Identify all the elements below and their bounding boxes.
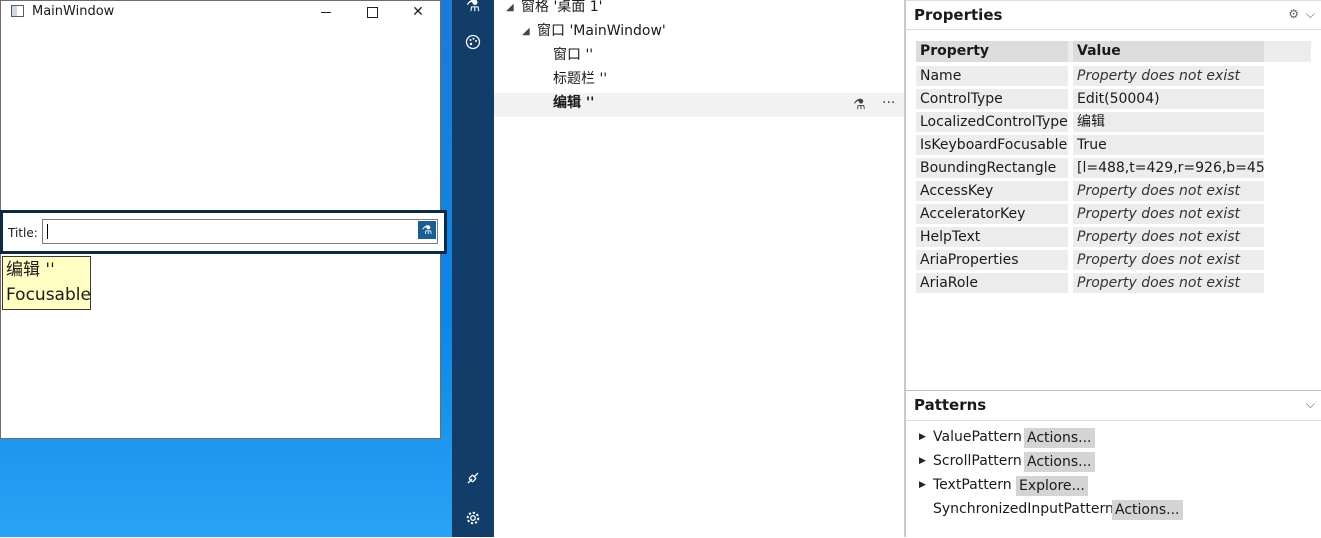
property-value: True [1073,135,1264,155]
expand-triangle-icon[interactable]: ◢ [506,0,514,18]
chevron-down-icon[interactable]: ⌵ [1306,397,1315,412]
synchronized-input-actions-button[interactable]: Actions... [1112,500,1183,520]
link-icon[interactable] [452,470,494,490]
pattern-name: ScrollPattern [933,453,1022,469]
title-label: Title: [8,226,38,240]
patterns-title: Patterns [914,396,987,414]
activity-bar: ⚗ [452,0,494,537]
properties-table-header: Property Value [916,41,1311,62]
patterns-header: Patterns ⌵ [906,391,1321,421]
title-input[interactable]: ⚗ [42,219,438,244]
tree-item-mainwindow[interactable]: ◢ 窗口 'MainWindow' [494,21,904,45]
property-name: IsKeyboardFocusable [916,135,1068,155]
pattern-item-scroll: ▶ ScrollPattern Actions... [906,452,1321,474]
tree-item-window[interactable]: 窗口 '' [494,45,904,69]
expand-triangle-icon[interactable]: ▶ [919,480,926,490]
tooltip-type: 编辑 '' [6,260,55,280]
property-name: AcceleratorKey [916,204,1068,224]
maximize-icon [366,6,378,18]
properties-header: Properties ⚙ ⌵ [906,0,1321,30]
text-caret [47,224,48,239]
property-name: AccessKey [916,181,1068,201]
gear-icon[interactable]: ⚙ [1288,7,1299,21]
element-tooltip: 编辑 '' Focusable [2,256,91,310]
app-window-icon [11,5,24,17]
table-row[interactable]: AccessKey Property does not exist [916,181,1311,201]
pattern-name: ValuePattern [933,429,1022,445]
close-icon: ✕ [412,4,424,20]
tree-item-label: 窗格 '桌面 1' [521,0,603,15]
property-value: Edit(50004) [1073,89,1264,109]
property-name: LocalizedControlType [916,112,1068,132]
palette-icon[interactable] [452,34,494,54]
expand-triangle-icon[interactable]: ▶ [919,456,926,466]
maximize-button[interactable] [349,1,395,23]
property-value: Property does not exist [1073,66,1264,86]
table-row[interactable]: BoundingRectangle [l=488,t=429,r=926,b=4… [916,158,1311,178]
expand-triangle-icon[interactable]: ◢ [522,22,530,42]
tree-item-titlebar[interactable]: 标题栏 '' [494,69,904,93]
pattern-name: SynchronizedInputPattern [933,501,1114,517]
gear-icon[interactable] [452,510,494,530]
property-name: Name [916,66,1068,86]
tree-item-edit[interactable]: 编辑 '' ⚗ ··· [494,93,904,117]
table-row[interactable]: IsKeyboardFocusable True [916,135,1311,155]
close-button[interactable]: ✕ [395,1,441,23]
table-row[interactable]: HelpText Property does not exist [916,227,1311,247]
properties-title: Properties [914,6,1003,24]
property-name: AriaRole [916,273,1068,293]
property-name: HelpText [916,227,1068,247]
app-window-title: MainWindow [32,4,115,19]
flask-icon[interactable]: ⚗ [418,221,436,239]
element-tree: ◢ 窗格 '桌面 1' ◢ 窗口 'MainWindow' 窗口 '' 标题栏 … [494,0,904,537]
property-value: Property does not exist [1073,273,1264,293]
minimize-icon [321,11,331,13]
flask-icon[interactable]: ⚗ [452,0,494,15]
pattern-name: TextPattern [933,477,1012,493]
tree-item-label: 窗口 'MainWindow' [537,23,666,39]
minimize-button[interactable] [303,1,349,23]
tree-item-desktop[interactable]: ◢ 窗格 '桌面 1' [494,0,904,21]
scroll-pattern-actions-button[interactable]: Actions... [1024,452,1095,472]
tree-item-label: 编辑 '' [553,95,595,111]
property-value: Property does not exist [1073,181,1264,201]
more-options-button[interactable]: ··· [882,93,895,113]
table-row[interactable]: Name Property does not exist [916,66,1311,86]
pattern-item-text: ▶ TextPattern Explore... [906,476,1321,498]
property-value: Property does not exist [1073,250,1264,270]
property-name: ControlType [916,89,1068,109]
properties-panel: Properties ⚙ ⌵ Property Value Name Prope… [906,0,1321,390]
tree-item-label: 标题栏 '' [553,71,608,87]
column-header-property[interactable]: Property [916,41,1068,62]
table-row[interactable]: AriaProperties Property does not exist [916,250,1311,270]
patterns-panel: Patterns ⌵ ▶ ValuePattern Actions... ▶ S… [906,390,1321,538]
expand-triangle-icon[interactable]: ▶ [919,432,926,442]
property-value: Property does not exist [1073,227,1264,247]
table-row[interactable]: AriaRole Property does not exist [916,273,1311,293]
text-pattern-explore-button[interactable]: Explore... [1016,476,1088,496]
property-value: 编辑 [1073,112,1264,132]
flask-icon[interactable]: ⚗ [853,95,866,115]
table-row[interactable]: AcceleratorKey Property does not exist [916,204,1311,224]
property-name: BoundingRectangle [916,158,1068,178]
property-value: Property does not exist [1073,204,1264,224]
tree-item-label: 窗口 '' [553,47,594,63]
chevron-down-icon[interactable]: ⌵ [1306,7,1315,22]
table-row[interactable]: ControlType Edit(50004) [916,89,1311,109]
pattern-item-synchronized-input: SynchronizedInputPattern Actions... [906,500,1321,522]
property-name: AriaProperties [916,250,1068,270]
column-header-value[interactable]: Value [1073,41,1264,62]
tooltip-focusable: Focusable [6,285,91,305]
focused-edit-highlight: Title: ⚗ [0,210,447,254]
pattern-item-value: ▶ ValuePattern Actions... [906,428,1321,450]
table-row[interactable]: LocalizedControlType 编辑 [916,112,1311,132]
property-value: [l=488,t=429,r=926,b=459] [1073,158,1264,178]
app-titlebar: MainWindow ✕ [1,1,440,23]
value-pattern-actions-button[interactable]: Actions... [1024,428,1095,448]
